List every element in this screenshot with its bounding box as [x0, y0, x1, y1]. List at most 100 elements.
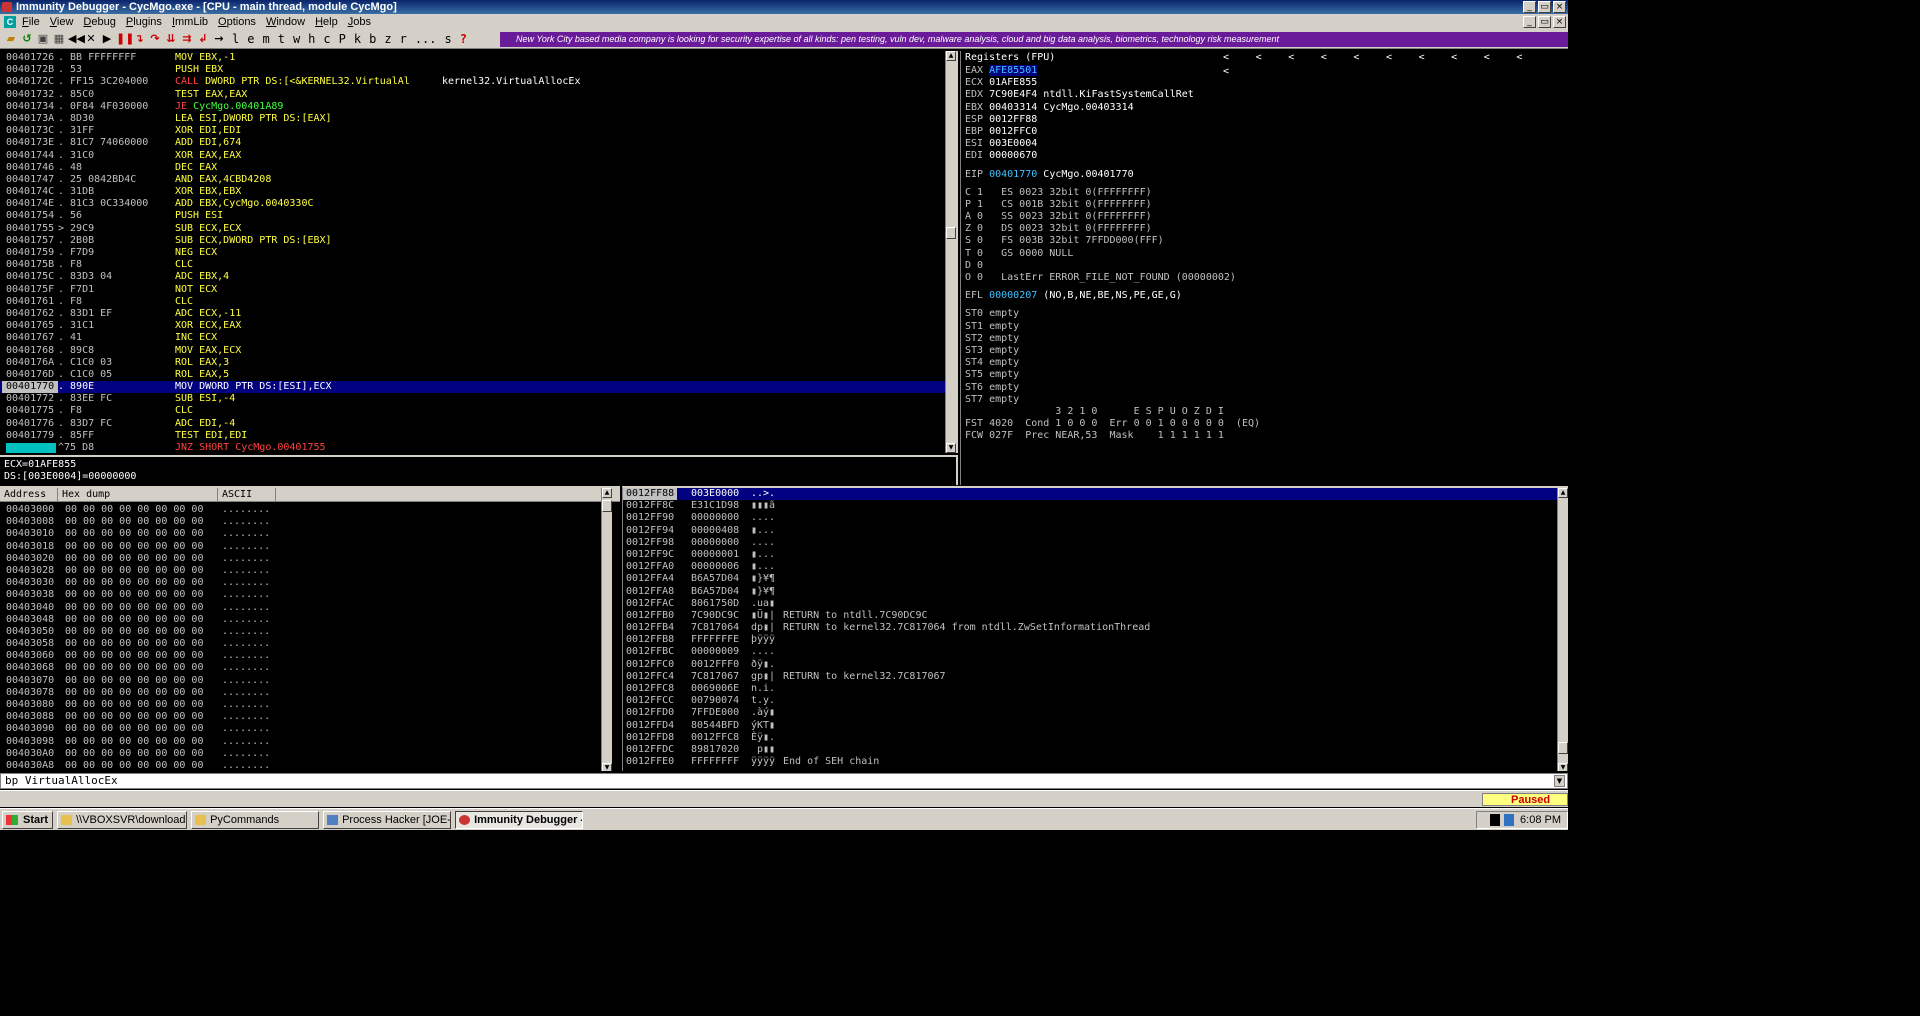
pause-icon[interactable]: ❚❚	[116, 32, 134, 46]
register-row[interactable]: EBX 00403314 CycMgo.00403314	[965, 102, 1568, 114]
disasm-row[interactable]: 00401754. 56 PUSH ESI	[0, 210, 956, 222]
chevron-down-icon[interactable]: ▼	[1554, 775, 1565, 787]
dump-row[interactable]: 00403070 00 00 00 00 00 00 00 00........	[0, 675, 620, 687]
disasm-row[interactable]: 0040174E. 81C3 0C334000 ADD EBX,CycMgo.00…	[0, 198, 956, 210]
menu-plugins[interactable]: Plugins	[126, 16, 162, 28]
toolbar-threads[interactable]: t	[278, 32, 285, 46]
dump-scrollbar[interactable]: ▲ ▼	[601, 488, 612, 771]
register-value[interactable]: AFE85501	[989, 65, 1038, 76]
disasm-row[interactable]: 00401762. 83D1 EF ADC ECX,-11	[0, 308, 956, 320]
stack-scrollbar[interactable]: ▲ ▼	[1557, 488, 1568, 771]
register-row[interactable]: EBP 0012FFC0	[965, 126, 1568, 138]
register-value[interactable]: 0012FFC0	[989, 126, 1037, 137]
trace-over-icon[interactable]: ⇉	[180, 32, 194, 46]
disasm-row[interactable]: 00401761. F8 CLC	[0, 296, 956, 308]
fpu-register-row[interactable]: ST1 empty	[965, 321, 1568, 333]
help-icon[interactable]: ?	[460, 32, 467, 46]
child-minimize-button[interactable]: _	[1523, 16, 1536, 28]
stack-row[interactable]: 0012FF98 00000000....	[623, 537, 1568, 549]
stack-row[interactable]: 0012FF94 00000408 ▮...	[623, 525, 1568, 537]
dump-row[interactable]: 00403038 00 00 00 00 00 00 00 00........	[0, 589, 620, 601]
disasm-row[interactable]: 00401747. 25 0842BD4C AND EAX,4CBD4208	[0, 174, 956, 186]
dump-row[interactable]: 00403078 00 00 00 00 00 00 00 00........	[0, 687, 620, 699]
flag-row[interactable]: T 0 GS 0000 NULL	[965, 248, 1568, 260]
flag-row[interactable]: D 0	[965, 260, 1568, 272]
disasm-row[interactable]: 00401765. 31C1 XOR ECX,EAX	[0, 320, 956, 332]
scroll-thumb[interactable]	[946, 227, 956, 239]
disasm-row[interactable]: 0040175B. F8 CLC	[0, 259, 956, 271]
disasm-row[interactable]: 0040175F. F7D1 NOT ECX	[0, 284, 956, 296]
fpu-register-row[interactable]: ST6 empty	[965, 382, 1568, 394]
disasm-row[interactable]: 00401776. 83D7 FC ADC EDI,-4	[0, 418, 956, 430]
fpu-register-row[interactable]: ST4 empty	[965, 357, 1568, 369]
chevron-left-icon[interactable]: <	[1353, 51, 1386, 65]
toolbar-handles[interactable]: h	[308, 32, 315, 46]
flag-row[interactable]: C 1 ES 0023 32bit 0(FFFFFFFF)	[965, 187, 1568, 199]
menu-window[interactable]: Window	[266, 16, 305, 28]
task-immunity-debugger[interactable]: Immunity Debugger -...	[455, 810, 584, 829]
toolbar-z[interactable]: z	[384, 32, 391, 46]
scroll-up-icon[interactable]: ▲	[946, 51, 956, 61]
fpu-register-row[interactable]: ST3 empty	[965, 345, 1568, 357]
chevron-left-icon[interactable]: <	[1484, 51, 1517, 65]
dump-row[interactable]: 00403068 00 00 00 00 00 00 00 00........	[0, 662, 620, 674]
restore-button[interactable]: ▭	[1538, 1, 1551, 13]
start-button[interactable]: Start	[2, 810, 54, 829]
disasm-row[interactable]: 00401726. BB FFFFFFFF MOV EBX,-1	[0, 52, 956, 64]
toolbar-patches[interactable]: P	[339, 32, 346, 46]
stack-row[interactable]: 0012FFC8 0069006E n.i.	[623, 683, 1568, 695]
stack-row[interactable]: 0012FF90 00000000....	[623, 512, 1568, 524]
register-value[interactable]: 0012FF88	[989, 114, 1037, 125]
chevron-left-icon[interactable]: <	[1321, 51, 1354, 65]
disasm-row[interactable]: 0040174C. 31DB XOR EBX,EBX	[0, 186, 956, 198]
disasm-row[interactable]: 0040173E. 81C7 74060000 ADD EDI,674	[0, 137, 956, 149]
registers-pane[interactable]: Registers (FPU) < < < < < < < < < << EAX AFE85501…	[960, 51, 1568, 485]
menu-file[interactable]: File	[22, 16, 40, 28]
clock[interactable]: 6:08 PM	[1520, 814, 1561, 826]
disasm-row[interactable]: 00401770. 890E MOV DWORD PTR DS:[ESI],ECX	[0, 381, 956, 394]
dump-col-address[interactable]: Address	[0, 488, 58, 502]
stack-row[interactable]: 0012FFDC 89817020 p▮▮	[623, 744, 1568, 756]
stack-row[interactable]: 0012FFE0 FFFFFFFF ÿÿÿÿ End of SEH chain	[623, 756, 1568, 768]
scroll-down-icon[interactable]: ▼	[946, 443, 956, 453]
disasm-row[interactable]: 00401779. 85FF TEST EDI,EDI	[0, 430, 956, 442]
disasm-row[interactable]: 00401759. F7D9 NEG ECX	[0, 247, 956, 259]
stack-row[interactable]: 0012FFB0 7C90DC9C ▮Ü▮| RETURN to ntdll.7C90…	[623, 610, 1568, 622]
stack-row[interactable]: 0012FF88 003E0000 ..>.	[623, 488, 1568, 501]
toolbar-callstack[interactable]: k	[354, 32, 361, 46]
step-over-icon[interactable]: ↷	[148, 32, 162, 46]
flag-row[interactable]: O 0 LastErr ERROR_FILE_NOT_FOUND (000000…	[965, 272, 1568, 284]
disasm-row[interactable]: 0040172B. 53 PUSH EBX	[0, 64, 956, 76]
toolbar-breakpoints[interactable]: b	[369, 32, 376, 46]
register-value[interactable]: 00000670	[989, 150, 1037, 161]
stack-pane[interactable]: 0012FF88 003E0000 ..>. 0012FF8C E31C1D98 ▮▮▮ã…	[622, 486, 1568, 771]
toolbar-cpu[interactable]: c	[323, 32, 330, 46]
registers-header[interactable]: Registers (FPU) < < < < < < < < < <<	[961, 51, 1568, 77]
register-value[interactable]: 00401770	[989, 169, 1037, 180]
fpu-register-row[interactable]: ST7 empty	[965, 394, 1568, 406]
child-restore-button[interactable]: ▭	[1538, 16, 1551, 28]
disasm-row[interactable]: 0040176A. C1C0 03 ROL EAX,3	[0, 357, 956, 369]
app-icon[interactable]	[2, 2, 12, 12]
scroll-down-icon[interactable]: ▼	[602, 763, 612, 771]
flag-row[interactable]: P 1 CS 001B 32bit 0(FFFFFFFF)	[965, 199, 1568, 211]
stack-row[interactable]: 0012FFD8 0012FFC8 Èÿ▮.	[623, 732, 1568, 744]
close-process-icon[interactable]: ✕	[84, 32, 98, 46]
disassembly-pane[interactable]: 00401726. BB FFFFFFFF MOV EBX,-1 0040172B.…	[0, 51, 958, 453]
stack-row[interactable]: 0012FFB8 FFFFFFFE þÿÿÿ	[623, 634, 1568, 646]
close-button[interactable]: ×	[1553, 1, 1566, 13]
register-value[interactable]: 003E0004	[989, 138, 1037, 149]
chevron-left-icon[interactable]: <	[1386, 51, 1419, 65]
dump-row[interactable]: 00403098 00 00 00 00 00 00 00 00........	[0, 736, 620, 748]
dump-row[interactable]: 00403090 00 00 00 00 00 00 00 00........	[0, 723, 620, 735]
dump-row[interactable]: 00403048 00 00 00 00 00 00 00 00........	[0, 614, 620, 626]
menu-immlib[interactable]: ImmLib	[172, 16, 208, 28]
dump-row[interactable]: 00403010 00 00 00 00 00 00 00 00........	[0, 528, 620, 540]
grid-icon[interactable]: ▦	[52, 32, 66, 46]
chevron-left-icon[interactable]: <	[1223, 51, 1256, 65]
stack-row[interactable]: 0012FFB4 7C817064 dp▮| RETURN to kernel32.7…	[623, 622, 1568, 634]
dump-row[interactable]: 00403060 00 00 00 00 00 00 00 00........	[0, 650, 620, 662]
menu-debug[interactable]: Debug	[83, 16, 115, 28]
chevron-left-icon[interactable]: <	[1419, 51, 1452, 65]
toolbar-references[interactable]: r	[400, 32, 407, 46]
